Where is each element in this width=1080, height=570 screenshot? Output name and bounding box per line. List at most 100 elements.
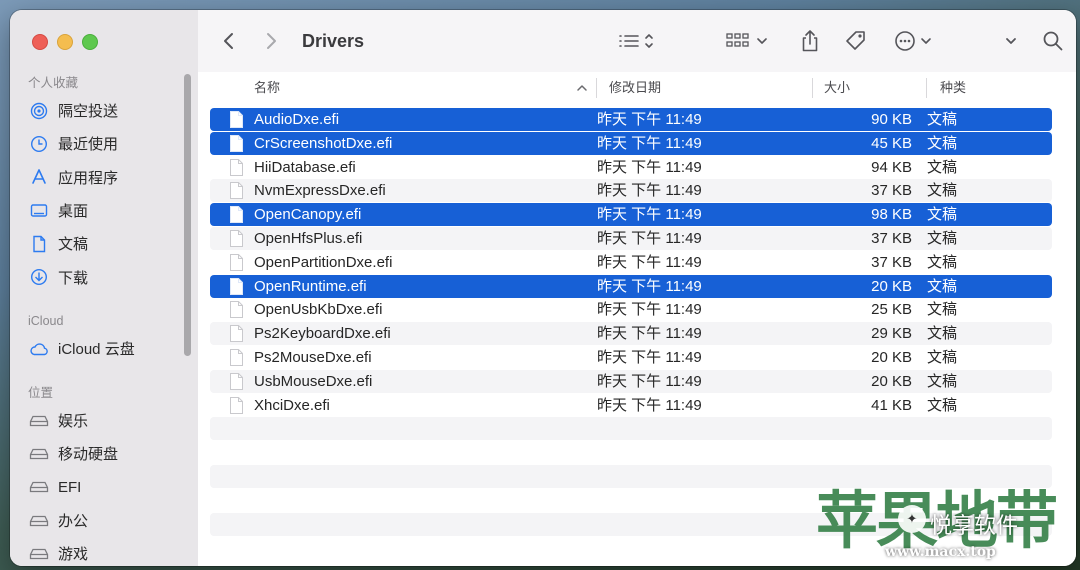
- download-icon: [28, 267, 50, 287]
- file-row[interactable]: NvmExpressDxe.efi 昨天 下午 11:49 37 KB 文稿: [210, 179, 1052, 203]
- file-name: AudioDxe.efi: [254, 111, 340, 128]
- tag-button[interactable]: [844, 10, 868, 72]
- icloud-section: iCloud iCloud 云盘: [10, 310, 198, 365]
- document-file-icon: [230, 182, 243, 200]
- sidebar-item-disk-external[interactable]: 移动硬盘: [10, 437, 198, 470]
- minimize-button[interactable]: [57, 34, 73, 50]
- file-row[interactable]: Ps2KeyboardDxe.efi 昨天 下午 11:49 29 KB 文稿: [210, 322, 1052, 346]
- file-row[interactable]: CrScreenshotDxe.efi 昨天 下午 11:49 45 KB 文稿: [210, 131, 1052, 155]
- column-divider[interactable]: [596, 78, 597, 98]
- file-date: 昨天 下午 11:49: [597, 134, 702, 152]
- more-toolbar-button[interactable]: [1004, 10, 1018, 72]
- file-row[interactable]: HiiDatabase.efi 昨天 下午 11:49 94 KB 文稿: [210, 156, 1052, 179]
- document-file-icon: [230, 253, 243, 271]
- sort-ascending-icon[interactable]: [576, 83, 588, 93]
- grid-group-icon: [726, 33, 767, 47]
- column-kind[interactable]: 种类: [940, 72, 966, 104]
- tag-icon: [846, 31, 865, 50]
- file-kind: 文稿: [927, 158, 958, 176]
- forward-button[interactable]: [264, 10, 278, 72]
- file-row[interactable]: AudioDxe.efi 昨天 下午 11:49 90 KB 文稿: [210, 108, 1052, 131]
- file-row[interactable]: OpenCanopy.efi 昨天 下午 11:49 98 KB 文稿: [210, 203, 1052, 227]
- sidebar-item-label: 办公: [58, 513, 89, 531]
- file-date: 昨天 下午 11:49: [597, 301, 702, 319]
- file-size: 29 KB: [871, 325, 912, 343]
- favorites-section: 个人收藏 隔空投送 最近使用 应用程序 桌面 文稿 下载: [10, 72, 198, 294]
- file-size: 20 KB: [871, 349, 912, 366]
- file-name: XhciDxe.efi: [254, 396, 330, 414]
- column-name[interactable]: 名称: [254, 72, 280, 104]
- file-date: 昨天 下午 11:49: [597, 396, 702, 414]
- file-row[interactable]: XhciDxe.efi 昨天 下午 11:49 41 KB 文稿: [210, 394, 1052, 417]
- file-row[interactable]: OpenHfsPlus.efi 昨天 下午 11:49 37 KB 文稿: [210, 227, 1052, 250]
- sidebar-item-disk-efi[interactable]: EFI: [10, 471, 198, 504]
- file-kind: 文稿: [927, 206, 958, 224]
- list-view-icon: [619, 34, 653, 48]
- file-name: OpenRuntime.efi: [254, 277, 367, 295]
- disk-icon: [28, 411, 50, 431]
- icloud-header: iCloud: [28, 314, 64, 328]
- file-name: Ps2MouseDxe.efi: [254, 349, 372, 366]
- sidebar-item-icloud-drive[interactable]: iCloud 云盘: [10, 332, 198, 365]
- view-mode-button[interactable]: [618, 10, 658, 72]
- document-file-icon: [230, 134, 243, 152]
- file-row[interactable]: OpenUsbKbDxe.efi 昨天 下午 11:49 25 KB 文稿: [210, 298, 1052, 321]
- column-size[interactable]: 大小: [824, 72, 850, 104]
- file-size: 45 KB: [871, 134, 912, 152]
- sidebar-item-applications[interactable]: 应用程序: [10, 161, 198, 194]
- sidebar-item-disk-entertainment[interactable]: 娱乐: [10, 404, 198, 437]
- disk-icon: [28, 544, 50, 564]
- file-name: OpenUsbKbDxe.efi: [254, 301, 383, 319]
- desktop-icon: [28, 201, 50, 221]
- sidebar-item-recents[interactable]: 最近使用: [10, 127, 198, 160]
- document-file-icon: [230, 230, 243, 247]
- column-divider[interactable]: [926, 78, 927, 98]
- sidebar-item-label: iCloud 云盘: [58, 341, 135, 359]
- file-date: 昨天 下午 11:49: [597, 111, 702, 128]
- locations-header: 位置: [28, 386, 54, 400]
- sidebar-item-label: 隔空投送: [58, 103, 119, 121]
- sidebar-item-disk-office[interactable]: 办公: [10, 504, 198, 537]
- back-button[interactable]: [222, 10, 236, 72]
- zoom-button[interactable]: [82, 34, 98, 50]
- share-button[interactable]: [800, 10, 820, 72]
- sidebar: 个人收藏 隔空投送 最近使用 应用程序 桌面 文稿 下载 iCloud iClo…: [10, 10, 199, 566]
- disk-icon: [28, 444, 50, 464]
- document-file-icon: [230, 349, 243, 366]
- share-icon: [802, 30, 818, 52]
- document-file-icon: [230, 372, 243, 390]
- column-date[interactable]: 修改日期: [609, 72, 661, 104]
- close-button[interactable]: [32, 34, 48, 50]
- sidebar-scrollbar[interactable]: [184, 74, 191, 356]
- sidebar-item-label: EFI: [58, 478, 82, 496]
- file-kind: 文稿: [927, 182, 958, 200]
- file-kind: 文稿: [927, 253, 958, 271]
- sidebar-item-label: 最近使用: [58, 136, 119, 154]
- sidebar-item-desktop[interactable]: 桌面: [10, 194, 198, 227]
- clock-icon: [28, 134, 50, 154]
- file-row[interactable]: OpenPartitionDxe.efi 昨天 下午 11:49 37 KB 文稿: [210, 251, 1052, 274]
- column-divider[interactable]: [812, 78, 813, 98]
- file-kind: 文稿: [927, 134, 958, 152]
- applications-icon: [28, 167, 50, 187]
- sidebar-item-documents[interactable]: 文稿: [10, 227, 198, 260]
- sidebar-item-disk-games[interactable]: 游戏: [10, 537, 198, 566]
- file-row[interactable]: UsbMouseDxe.efi 昨天 下午 11:49 20 KB 文稿: [210, 369, 1052, 393]
- document-icon: [28, 234, 50, 254]
- file-row[interactable]: Ps2MouseDxe.efi 昨天 下午 11:49 20 KB 文稿: [210, 346, 1052, 369]
- group-button[interactable]: [726, 10, 770, 72]
- file-name: OpenHfsPlus.efi: [254, 230, 363, 247]
- sidebar-item-airdrop[interactable]: 隔空投送: [10, 94, 198, 127]
- file-date: 昨天 下午 11:49: [597, 230, 702, 247]
- document-file-icon: [230, 206, 243, 224]
- document-file-icon: [230, 325, 243, 343]
- sidebar-item-label: 桌面: [58, 203, 89, 221]
- chevron-down-icon: [1006, 38, 1016, 44]
- file-size: 37 KB: [871, 230, 912, 247]
- sidebar-item-downloads[interactable]: 下载: [10, 260, 198, 293]
- action-menu-button[interactable]: [894, 10, 938, 72]
- ellipsis-circle-icon: [895, 31, 931, 51]
- search-button[interactable]: [1042, 10, 1064, 72]
- sidebar-item-label: 游戏: [58, 546, 89, 564]
- file-row[interactable]: OpenRuntime.efi 昨天 下午 11:49 20 KB 文稿: [210, 274, 1052, 298]
